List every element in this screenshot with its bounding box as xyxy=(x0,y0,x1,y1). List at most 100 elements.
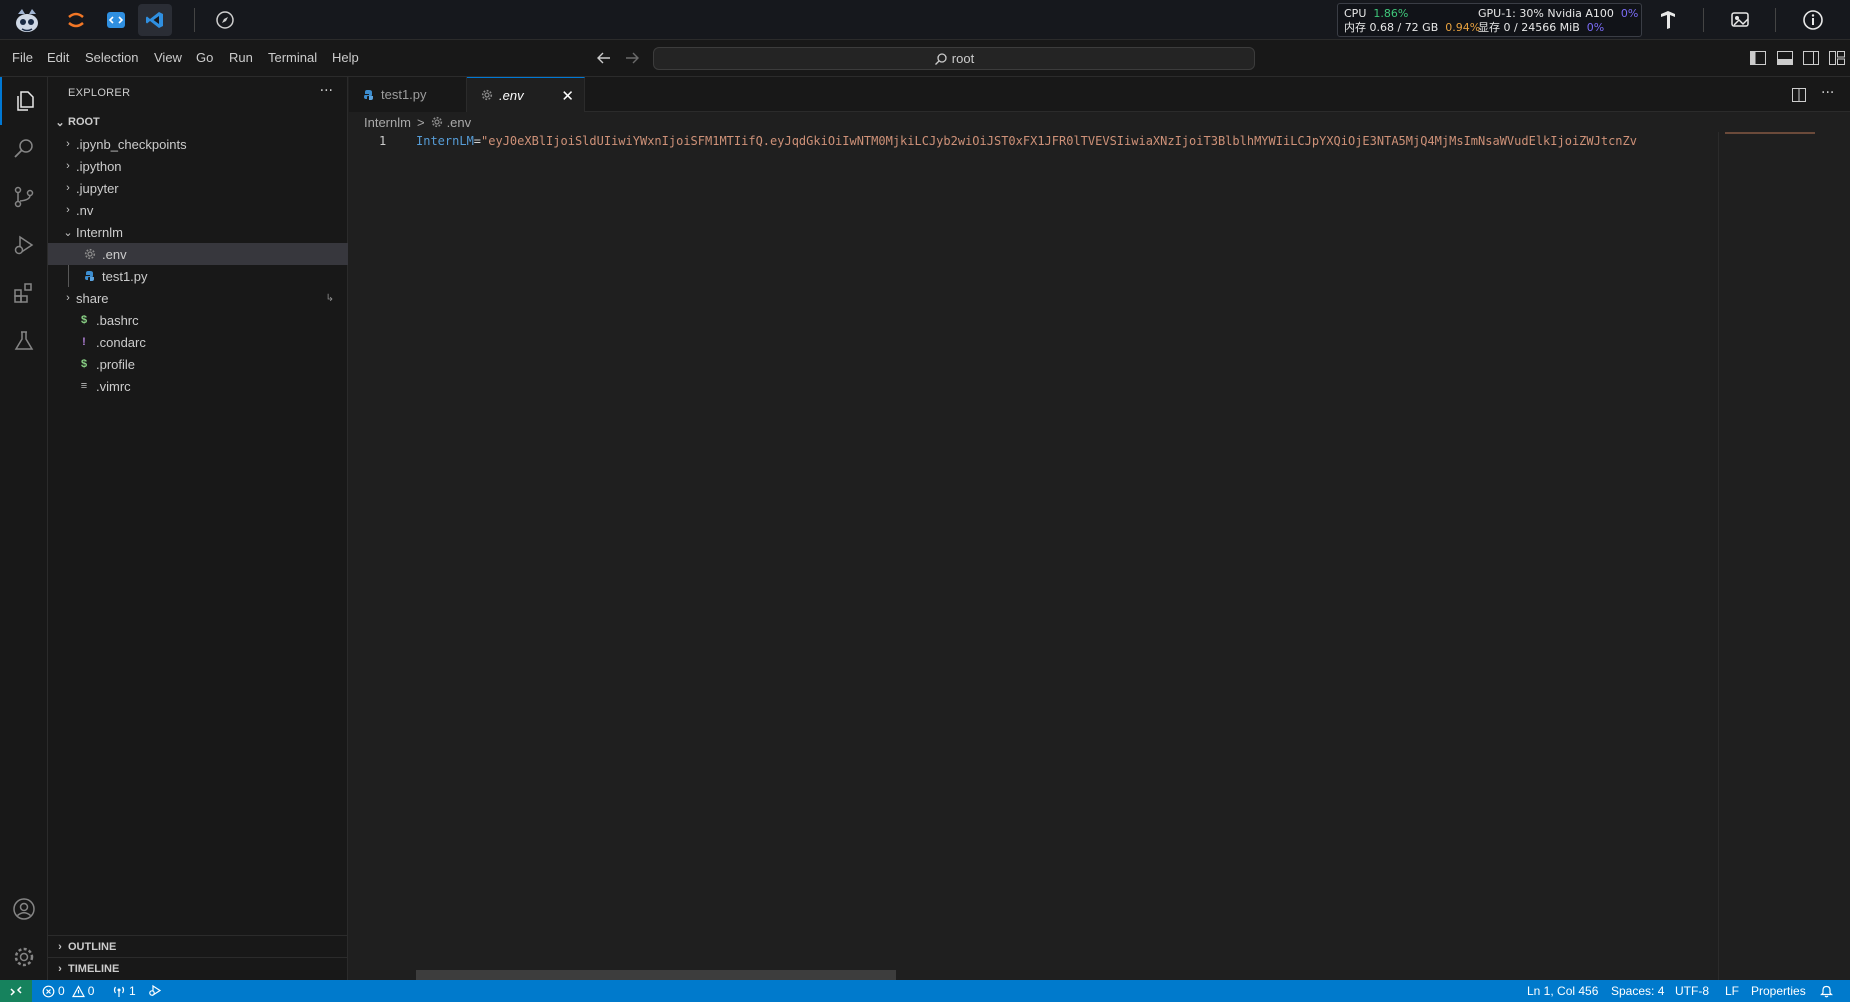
back-arrow-icon[interactable] xyxy=(597,52,610,64)
tree-item-nv[interactable]: › .nv xyxy=(48,199,348,221)
settings-gear-icon[interactable] xyxy=(0,933,48,981)
tree-item-internlm[interactable]: ⌄ Internlm xyxy=(48,221,348,243)
extensions-icon[interactable] xyxy=(0,269,48,317)
timeline-label: TIMELINE xyxy=(68,962,120,975)
chevron-right-icon: › xyxy=(66,292,70,304)
menu-selection[interactable]: Selection xyxy=(85,50,138,65)
vram-value: 0% xyxy=(1586,21,1605,34)
toolbar-divider xyxy=(1775,8,1776,32)
encoding[interactable]: UTF-8 xyxy=(1675,984,1709,998)
tree-item-env[interactable]: .env xyxy=(48,243,348,265)
command-center-search[interactable]: root xyxy=(653,47,1255,70)
chevron-right-icon: › xyxy=(66,138,70,150)
cpu-value: 1.86% xyxy=(1373,7,1409,20)
shell-file-icon: $ xyxy=(80,358,88,370)
tree-item-profile[interactable]: $ .profile xyxy=(48,353,348,375)
toolbar-divider xyxy=(194,8,195,32)
debug-run-icon[interactable] xyxy=(148,984,162,997)
source-control-icon[interactable] xyxy=(0,173,48,221)
toolbar-divider xyxy=(1703,8,1704,32)
compass-icon[interactable] xyxy=(208,4,242,36)
tree-item-bashrc[interactable]: $ .bashrc xyxy=(48,309,348,331)
tree-item-label: .nv xyxy=(76,202,94,218)
remote-indicator-icon[interactable] xyxy=(0,980,32,1002)
forward-arrow-icon[interactable] xyxy=(626,52,639,64)
chevron-right-icon: › xyxy=(66,204,70,216)
line-number: 1 xyxy=(379,134,387,148)
info-icon[interactable] xyxy=(1797,6,1829,34)
vscode-app-icon[interactable] xyxy=(138,4,172,36)
code-editor[interactable]: 1 InternLM="eyJ0eXBlIjoiSldUIiwiYWxnIjoi… xyxy=(349,132,1850,980)
toggle-secondary-sidebar-icon[interactable] xyxy=(1802,50,1820,66)
tree-item-test1-py[interactable]: test1.py xyxy=(48,265,348,287)
tree-item-condarc[interactable]: ! .condarc xyxy=(48,331,348,353)
tree-item-jupyter[interactable]: › .jupyter xyxy=(48,177,348,199)
root-folder-header[interactable]: ⌄ ROOT xyxy=(48,111,348,133)
tensorflow-icon[interactable] xyxy=(1652,6,1684,34)
tree-item-label: .env xyxy=(102,246,127,262)
cursor-position[interactable]: Ln 1, Col 456 xyxy=(1527,984,1598,998)
python-file-icon xyxy=(82,270,98,282)
testing-flask-icon[interactable] xyxy=(0,317,48,365)
minimap-border xyxy=(1718,132,1719,980)
resource-monitor: CPU 1.86% 内存 0.68 / 72 GB 0.94% GPU-1: 3… xyxy=(1337,3,1642,37)
breadcrumb-file[interactable]: .env xyxy=(447,115,472,130)
tree-item-ipython[interactable]: › .ipython xyxy=(48,155,348,177)
search-icon[interactable] xyxy=(0,125,48,173)
vram-label: 显存 0 / 24566 MiB xyxy=(1478,21,1580,34)
toggle-primary-sidebar-icon[interactable] xyxy=(1749,50,1767,66)
search-icon xyxy=(934,52,947,65)
tab-env[interactable]: .env ✕ xyxy=(467,77,585,112)
horizontal-scrollbar[interactable] xyxy=(416,970,896,980)
problems-indicator[interactable]: 0 0 xyxy=(42,984,94,998)
explorer-sidebar: EXPLORER ··· ⌄ ROOT › .ipynb_checkpoints… xyxy=(48,77,348,980)
tree-item-label: Internlm xyxy=(76,224,123,240)
tree-item-label: .vimrc xyxy=(96,378,131,394)
gpu-value: 0% xyxy=(1620,7,1639,20)
language-mode[interactable]: Properties xyxy=(1751,984,1806,998)
more-actions-icon[interactable]: ··· xyxy=(1821,85,1834,101)
image-viewer-icon[interactable] xyxy=(1724,6,1756,34)
timeline-section-header[interactable]: › TIMELINE xyxy=(48,957,348,979)
toggle-panel-icon[interactable] xyxy=(1776,50,1794,66)
env-value: "eyJ0eXBlIjoiSldUIiwiYWxnIjoiSFM1MTIifQ.… xyxy=(481,134,1637,148)
tree-item-vimrc[interactable]: ≡ .vimrc xyxy=(48,375,348,397)
run-and-debug-icon[interactable] xyxy=(0,221,48,269)
yaml-file-icon: ! xyxy=(82,336,86,348)
indentation[interactable]: Spaces: 4 xyxy=(1611,984,1664,998)
explorer-icon[interactable] xyxy=(0,77,48,125)
minimap[interactable] xyxy=(1725,132,1815,134)
menu-run[interactable]: Run xyxy=(229,50,253,65)
gear-file-icon xyxy=(82,248,98,260)
ports-indicator[interactable]: 1 xyxy=(112,984,136,998)
end-of-line[interactable]: LF xyxy=(1725,984,1739,998)
more-actions-icon[interactable]: ··· xyxy=(320,83,333,99)
breadcrumb-folder[interactable]: Internlm xyxy=(364,115,411,130)
status-bar: 0 0 1 Ln 1, Col 456 Spaces: 4 UTF-8 LF P… xyxy=(0,980,1850,1002)
notifications-bell-icon[interactable] xyxy=(1820,984,1833,998)
error-icon xyxy=(42,985,55,997)
menu-file[interactable]: File xyxy=(12,50,33,65)
tree-item-label: .profile xyxy=(96,356,136,372)
code-line[interactable]: InternLM="eyJ0eXBlIjoiSldUIiwiYWxnIjoiSF… xyxy=(416,134,1718,148)
tab-test1-py[interactable]: test1.py xyxy=(349,77,467,112)
warning-count: 0 xyxy=(87,984,95,998)
outline-section-header[interactable]: › OUTLINE xyxy=(48,935,348,957)
code-editor-app-icon[interactable] xyxy=(99,4,133,36)
tree-item-share[interactable]: › share ↳ xyxy=(48,287,348,309)
split-editor-icon[interactable] xyxy=(1791,87,1807,103)
customize-layout-icon[interactable] xyxy=(1828,50,1846,66)
close-icon[interactable]: ✕ xyxy=(561,87,574,105)
menu-edit[interactable]: Edit xyxy=(47,50,69,65)
menu-go[interactable]: Go xyxy=(196,50,213,65)
outline-label: OUTLINE xyxy=(68,940,117,953)
menu-view[interactable]: View xyxy=(154,50,182,65)
jupyter-logo-icon[interactable] xyxy=(10,4,44,36)
menu-help[interactable]: Help xyxy=(332,50,359,65)
jupyterlab-icon[interactable] xyxy=(59,4,93,36)
menu-terminal[interactable]: Terminal xyxy=(268,50,317,65)
tree-item-ipynb-checkpoints[interactable]: › .ipynb_checkpoints xyxy=(48,133,348,155)
account-icon[interactable] xyxy=(0,885,48,933)
navigation-arrows xyxy=(596,49,646,71)
tab-label: .env xyxy=(499,87,524,103)
